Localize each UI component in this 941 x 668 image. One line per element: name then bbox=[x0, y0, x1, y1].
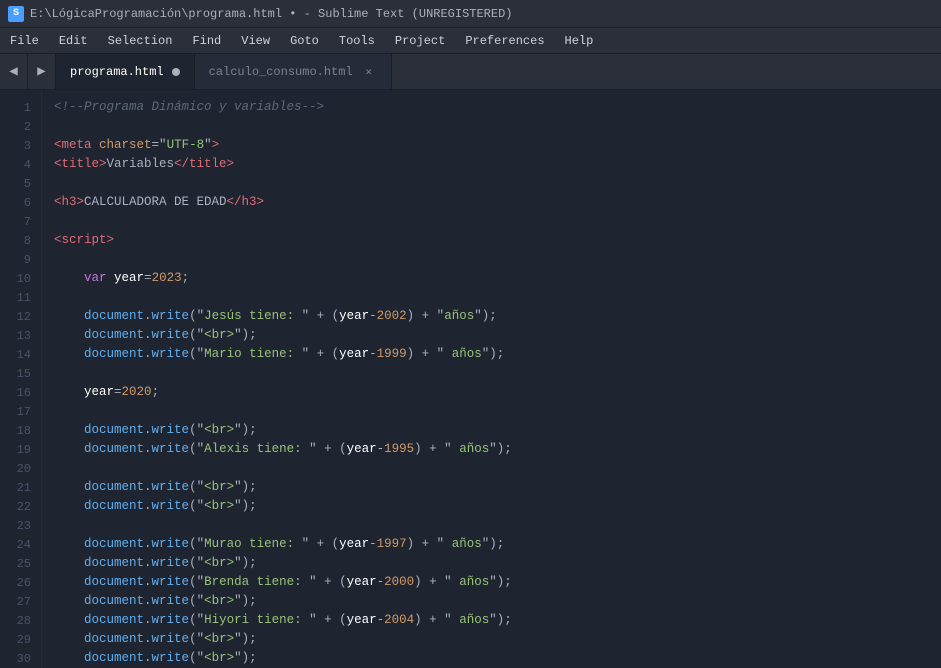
line-num-21: 21 bbox=[8, 478, 31, 497]
line-num-13: 13 bbox=[8, 326, 31, 345]
line-num-6: 6 bbox=[8, 193, 31, 212]
tab-close-button[interactable]: ✕ bbox=[361, 64, 377, 80]
menu-find[interactable]: Find bbox=[182, 28, 231, 53]
menu-tools[interactable]: Tools bbox=[329, 28, 385, 53]
line-num-27: 27 bbox=[8, 592, 31, 611]
menu-view[interactable]: View bbox=[231, 28, 280, 53]
line-num-19: 19 bbox=[8, 440, 31, 459]
line-numbers: 1 2 3 4 5 6 7 8 9 10 11 12 13 14 15 16 1… bbox=[0, 90, 42, 668]
menubar: File Edit Selection Find View Goto Tools… bbox=[0, 28, 941, 54]
line-num-30: 30 bbox=[8, 649, 31, 668]
line-num-18: 18 bbox=[8, 421, 31, 440]
line-num-28: 28 bbox=[8, 611, 31, 630]
line-num-5: 5 bbox=[8, 174, 31, 193]
menu-project[interactable]: Project bbox=[385, 28, 455, 53]
menu-help[interactable]: Help bbox=[555, 28, 604, 53]
tab-nav-forward[interactable]: ▶ bbox=[28, 54, 56, 89]
tab-label: calculo_consumo.html bbox=[209, 65, 353, 79]
line-num-1: 1 bbox=[8, 98, 31, 117]
line-num-2: 2 bbox=[8, 117, 31, 136]
tabbar: ◀ ▶ programa.html calculo_consumo.html ✕ bbox=[0, 54, 941, 90]
line-num-9: 9 bbox=[8, 250, 31, 269]
line-num-22: 22 bbox=[8, 497, 31, 516]
line-num-23: 23 bbox=[8, 516, 31, 535]
line-num-15: 15 bbox=[8, 364, 31, 383]
tab-modified-dot bbox=[172, 68, 180, 76]
menu-file[interactable]: File bbox=[0, 28, 49, 53]
line-num-7: 7 bbox=[8, 212, 31, 231]
menu-selection[interactable]: Selection bbox=[98, 28, 183, 53]
tab-calculo-consumo[interactable]: calculo_consumo.html ✕ bbox=[195, 54, 392, 89]
line-num-10: 10 bbox=[8, 269, 31, 288]
line-num-24: 24 bbox=[8, 535, 31, 554]
line-num-20: 20 bbox=[8, 459, 31, 478]
menu-preferences[interactable]: Preferences bbox=[455, 28, 554, 53]
tab-label: programa.html bbox=[70, 65, 164, 79]
line-num-29: 29 bbox=[8, 630, 31, 649]
line-num-4: 4 bbox=[8, 155, 31, 174]
titlebar: S E:\LógicaProgramación\programa.html • … bbox=[0, 0, 941, 28]
menu-edit[interactable]: Edit bbox=[49, 28, 98, 53]
app-icon: S bbox=[8, 6, 24, 22]
code-content[interactable]: <!--Programa Dinámico y variables--> <me… bbox=[42, 90, 941, 668]
line-num-17: 17 bbox=[8, 402, 31, 421]
menu-goto[interactable]: Goto bbox=[280, 28, 329, 53]
editor: 1 2 3 4 5 6 7 8 9 10 11 12 13 14 15 16 1… bbox=[0, 90, 941, 668]
line-num-11: 11 bbox=[8, 288, 31, 307]
tab-programa-html[interactable]: programa.html bbox=[56, 54, 195, 89]
line-num-8: 8 bbox=[8, 231, 31, 250]
line-num-16: 16 bbox=[8, 383, 31, 402]
line-num-12: 12 bbox=[8, 307, 31, 326]
line-num-14: 14 bbox=[8, 345, 31, 364]
window-title: E:\LógicaProgramación\programa.html • - … bbox=[30, 7, 512, 21]
line-num-25: 25 bbox=[8, 554, 31, 573]
tab-nav-back[interactable]: ◀ bbox=[0, 54, 28, 89]
line-num-26: 26 bbox=[8, 573, 31, 592]
line-num-3: 3 bbox=[8, 136, 31, 155]
